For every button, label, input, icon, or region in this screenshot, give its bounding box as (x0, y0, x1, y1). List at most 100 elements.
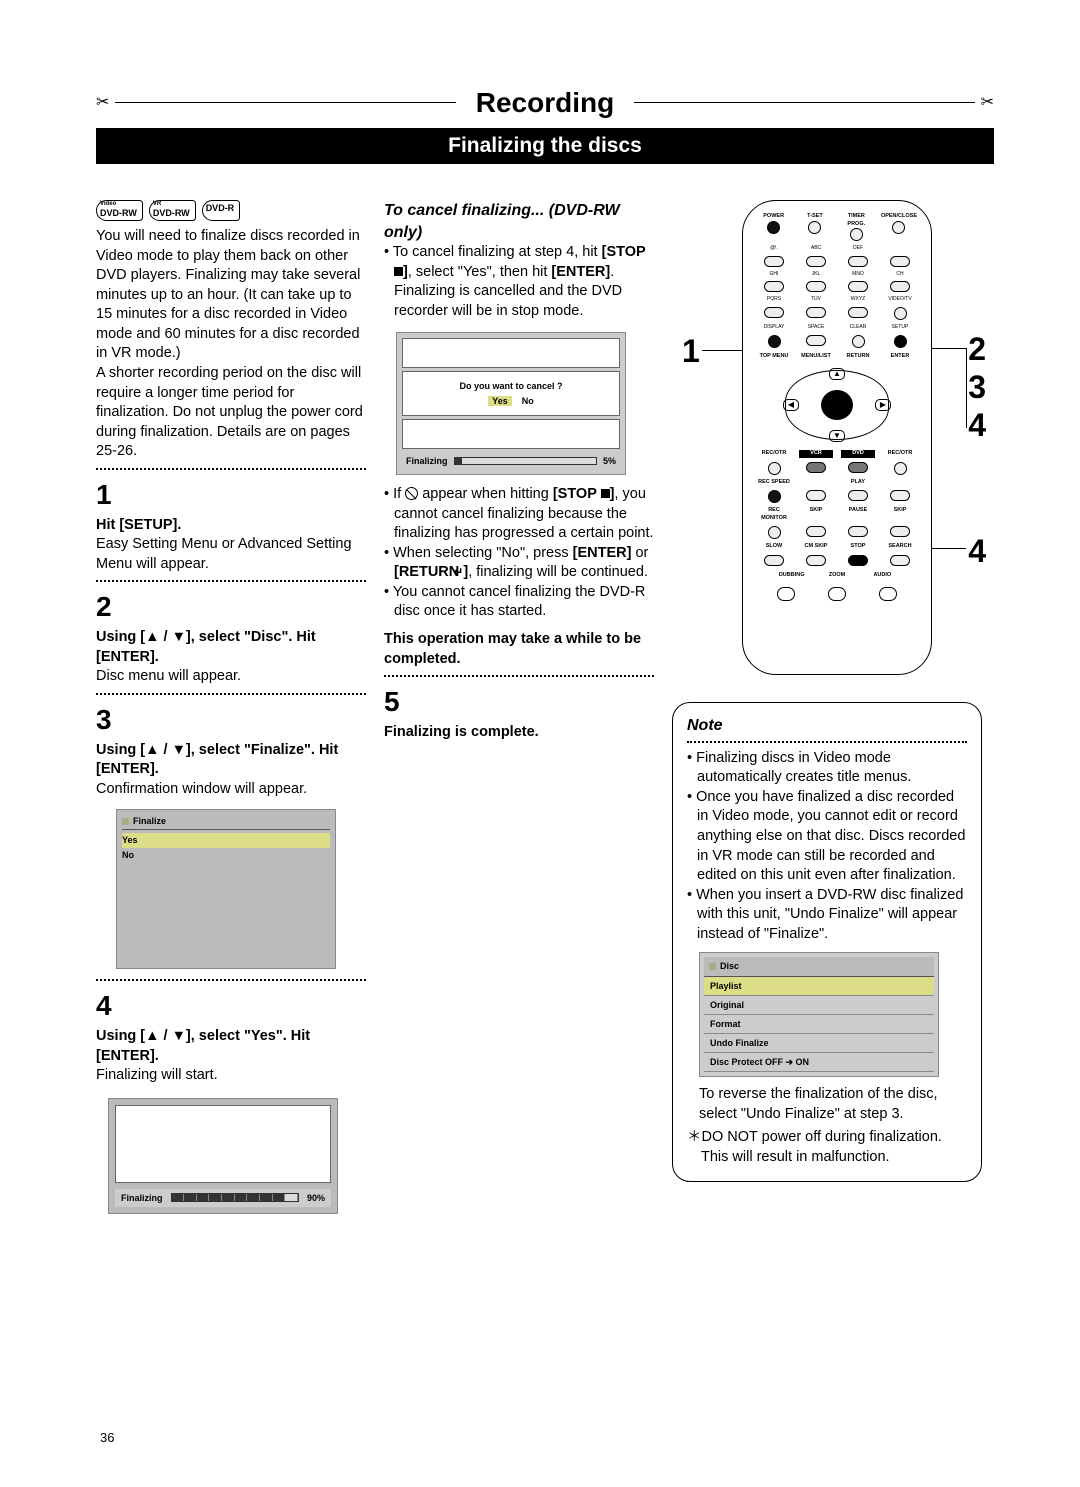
num-2-button[interactable] (806, 256, 826, 267)
column-3: 1 2 3 4 4 POWER T-SET TIMER PROG. OPEN/C… (672, 200, 982, 1226)
setup-button[interactable] (894, 335, 907, 348)
callout-2: 2 (968, 328, 986, 371)
numlbl: CLEAR (841, 324, 875, 331)
warn-text: This operation may take a while to be co… (384, 630, 654, 669)
note-item: Once you have finalized a disc recorded … (687, 788, 967, 886)
num-7-button[interactable] (764, 307, 784, 318)
note-title: Note (687, 715, 967, 737)
callout-1: 1 (682, 330, 700, 373)
cancel-b2c: You cannot cancel finalizing the DVD-R d… (384, 583, 654, 622)
power-button[interactable] (767, 221, 780, 234)
ff-button[interactable] (890, 490, 910, 501)
numlbl (883, 245, 917, 252)
badge-dvd-rw-video: VideoDVD-RW (96, 200, 143, 221)
rew-button[interactable] (806, 490, 826, 501)
pause-button[interactable] (848, 526, 868, 537)
clear-button[interactable] (852, 335, 865, 348)
recspeed-button[interactable] (768, 490, 781, 503)
cancel-b2b: When selecting "No", press [ENTER] or [R… (384, 544, 654, 583)
lbl: CM SKIP (799, 543, 833, 550)
finalize-opt-no: No (122, 848, 330, 862)
page-subtitle: Finalizing the discs (96, 128, 994, 164)
step-2-body: Disc menu will appear. (96, 667, 366, 687)
num-9-button[interactable] (848, 307, 868, 318)
lbl: PAUSE (841, 507, 875, 522)
callout-4a: 4 (968, 404, 986, 447)
num-3-button[interactable] (848, 256, 868, 267)
step-2-number: 2 (96, 588, 366, 626)
note-divider (687, 741, 967, 743)
cancel-b2a: If appear when hitting [STOP ], you cann… (384, 485, 654, 544)
note-after-text: To reverse the finalization of the disc,… (687, 1085, 967, 1124)
ch-up-button[interactable] (890, 256, 910, 267)
header-rule-right (634, 102, 974, 103)
cmskip-button[interactable] (806, 555, 826, 566)
rec-r-button[interactable] (894, 462, 907, 475)
dpad-left-button[interactable]: ◀ (783, 399, 799, 411)
divider (96, 468, 366, 470)
callout-4b: 4 (968, 530, 986, 573)
callout-3: 3 (968, 366, 986, 409)
intro-text: You will need to finalize discs recorded… (96, 227, 366, 462)
recmon-button[interactable] (768, 526, 781, 539)
finalize-progress-90: Finalizing 90% (108, 1098, 338, 1214)
audio-button[interactable] (879, 587, 897, 601)
ch-dn-button[interactable] (890, 281, 910, 292)
num-1-button[interactable] (764, 256, 784, 267)
open-button[interactable] (892, 221, 905, 234)
dvd-button[interactable] (848, 462, 868, 473)
zoom-button[interactable] (828, 587, 846, 601)
remote-area: 1 2 3 4 4 POWER T-SET TIMER PROG. OPEN/C… (672, 200, 982, 690)
numlbl: GHI (757, 271, 791, 278)
divider (96, 979, 366, 981)
dpad: ▲ ▼ ◀ ▶ (785, 370, 889, 440)
stop-button[interactable] (848, 555, 868, 566)
dubbing-button[interactable] (777, 587, 795, 601)
num-4-button[interactable] (764, 281, 784, 292)
cancel-b1: To cancel finalizing at step 4, hit [STO… (384, 243, 654, 321)
numlbl: JKL (799, 271, 833, 278)
num-0-button[interactable] (806, 335, 826, 346)
rec-l-button[interactable] (768, 462, 781, 475)
display-button[interactable] (768, 335, 781, 348)
dpad-down-button[interactable]: ▼ (829, 430, 845, 442)
dpad-up-button[interactable]: ▲ (829, 368, 845, 380)
lbl: SLOW (757, 543, 791, 550)
finalize-opt-yes: Yes (122, 833, 330, 847)
disc-menu-item: Format (704, 1015, 934, 1034)
play-button[interactable] (848, 490, 868, 501)
slow-button[interactable] (764, 555, 784, 566)
lbl: REC/OTR (883, 450, 917, 457)
scissor-right-icon: ✂ (981, 92, 994, 114)
page-title: Recording (462, 84, 628, 122)
numlbl: DISPLAY (757, 324, 791, 331)
disc-menu-item: Undo Finalize (704, 1034, 934, 1053)
menu-square-icon (709, 963, 716, 970)
step-4-body: Finalizing will start. (96, 1066, 366, 1086)
dpad-right-button[interactable]: ▶ (875, 399, 891, 411)
skip-fwd-button[interactable] (890, 526, 910, 537)
step-3-body: Confirmation window will appear. (96, 780, 366, 800)
num-5-button[interactable] (806, 281, 826, 292)
lbl: TOP MENU (757, 353, 791, 360)
step-5-heading: Finalizing is complete. (384, 723, 654, 743)
lbl: ENTER (883, 353, 917, 360)
cancel-bullets-2: If appear when hitting [STOP ], you cann… (384, 485, 654, 622)
numlbl: MNO (841, 271, 875, 278)
num-6-button[interactable] (848, 281, 868, 292)
timer-button[interactable] (850, 228, 863, 241)
tset-button[interactable] (808, 221, 821, 234)
page-header: ✂ Recording ✂ Finalizing the discs (96, 84, 994, 164)
skip-back-button[interactable] (806, 526, 826, 537)
disc-menu-screen: Disc Playlist Original Format Undo Final… (699, 952, 939, 1077)
step-1-number: 1 (96, 476, 366, 514)
cancel-yes: Yes (488, 396, 512, 406)
vcr-button[interactable] (806, 462, 826, 473)
num-8-button[interactable] (806, 307, 826, 318)
cancel-bullets-1: To cancel finalizing at step 4, hit [STO… (384, 243, 654, 321)
numlbl: DEF (841, 245, 875, 252)
lbl: REC/OTR (757, 450, 791, 457)
lbl: STOP (841, 543, 875, 550)
video-tv-button[interactable] (894, 307, 907, 320)
search-button[interactable] (890, 555, 910, 566)
